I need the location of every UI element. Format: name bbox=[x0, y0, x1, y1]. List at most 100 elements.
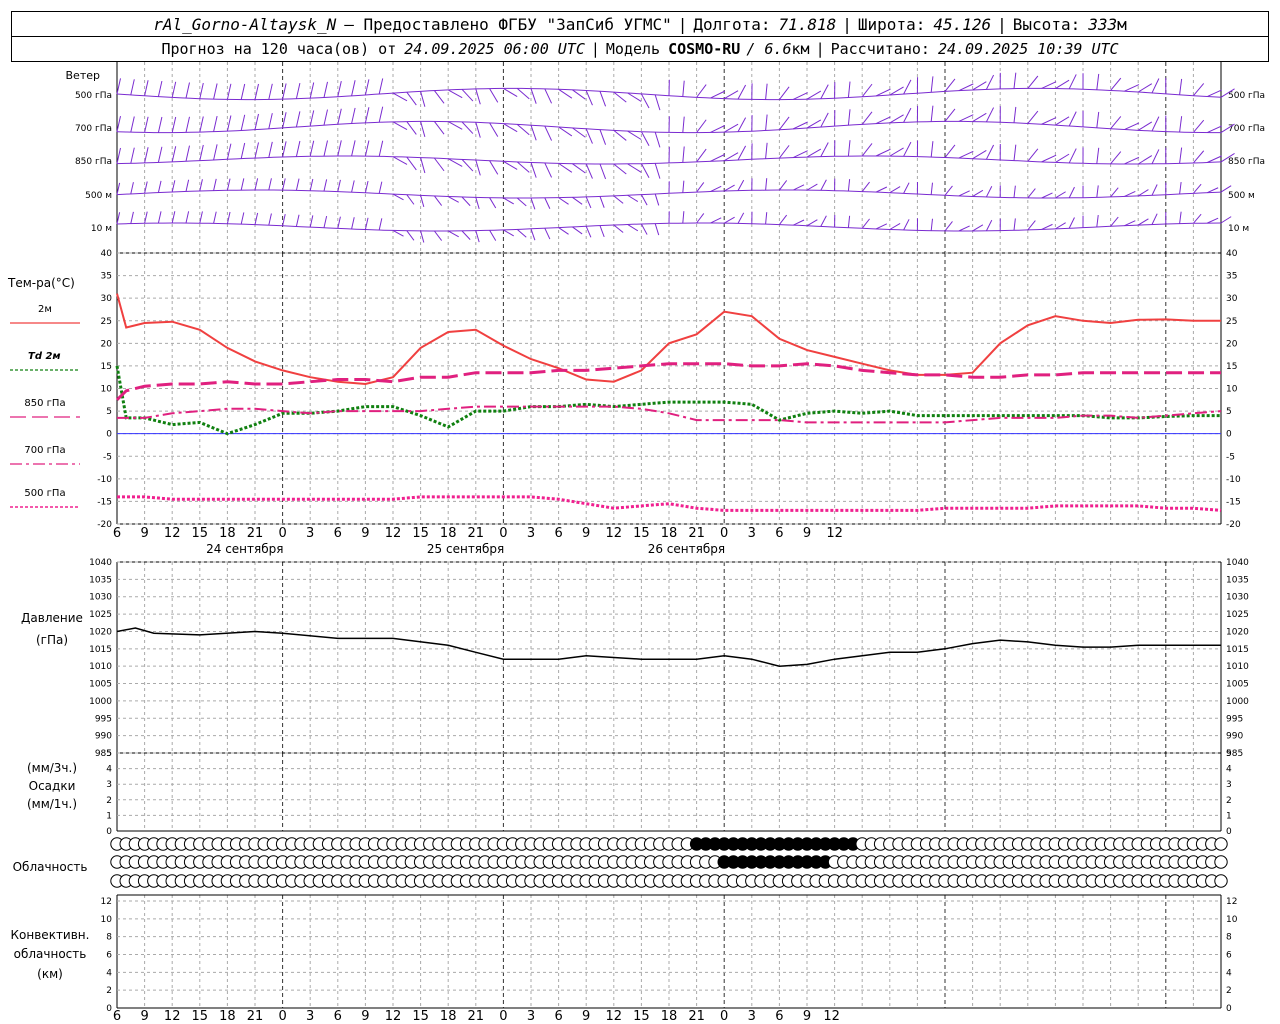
wind-barb bbox=[765, 114, 768, 131]
wind-barb bbox=[157, 116, 163, 133]
wind-barb bbox=[323, 215, 328, 228]
precip-ytick-right: 1 bbox=[1226, 811, 1232, 821]
wind-barb bbox=[889, 222, 901, 230]
wind-barb bbox=[157, 146, 163, 163]
wind-barb bbox=[1096, 214, 1099, 228]
wind-barb bbox=[323, 140, 328, 157]
wind-barb bbox=[613, 224, 624, 233]
wind-barb bbox=[434, 157, 445, 172]
wind-barb bbox=[613, 163, 627, 175]
temp-xtick: 12 bbox=[164, 526, 181, 541]
day-label: 25 сентября bbox=[427, 542, 504, 556]
wind-barb bbox=[558, 88, 573, 99]
pressure-ytick-right: 1020 bbox=[1226, 627, 1249, 637]
precip-ytick: 2 bbox=[106, 796, 112, 806]
wind-barb bbox=[1013, 106, 1017, 123]
wind-barb bbox=[199, 179, 203, 192]
temp-ytick: 30 bbox=[101, 294, 113, 304]
wind-barb bbox=[406, 194, 415, 205]
wind-barb bbox=[213, 178, 217, 191]
temp-xtick: 18 bbox=[661, 526, 678, 541]
wind-barb bbox=[847, 215, 851, 228]
temp-ytick-right: 40 bbox=[1226, 249, 1238, 259]
precip-unit-bottom: (мм/1ч.) bbox=[27, 797, 77, 811]
wind-barb bbox=[903, 107, 912, 123]
wind-barb bbox=[1068, 217, 1075, 229]
wind-barb bbox=[530, 228, 536, 241]
bottom-xtick: 18 bbox=[440, 1009, 457, 1024]
wind-barb bbox=[185, 116, 190, 133]
wind-barb bbox=[806, 90, 822, 100]
wind-barb bbox=[1096, 185, 1099, 198]
wind-barb bbox=[503, 197, 514, 205]
wind-barb bbox=[1137, 189, 1149, 197]
temp-xtick: 9 bbox=[140, 526, 148, 541]
wind-barb bbox=[682, 180, 685, 193]
bottom-xtick: 0 bbox=[720, 1009, 728, 1024]
wind-barb bbox=[903, 219, 910, 231]
wind-barb bbox=[171, 81, 177, 98]
wind-barb bbox=[723, 123, 739, 133]
wind-barb bbox=[392, 121, 408, 131]
wind-barb bbox=[461, 159, 474, 172]
wind-barb bbox=[599, 91, 607, 107]
wind-barb bbox=[268, 213, 272, 226]
wind-barb bbox=[337, 140, 342, 157]
cloud-cover-circle bbox=[1214, 874, 1228, 888]
wind-barb bbox=[572, 127, 586, 138]
temp-xtick: 9 bbox=[803, 526, 811, 541]
bottom-xtick: 21 bbox=[468, 1009, 485, 1024]
wind-barb bbox=[972, 112, 987, 122]
wind-barb bbox=[406, 91, 417, 106]
wind-barb bbox=[144, 116, 149, 133]
bottom-xtick: 15 bbox=[192, 1009, 209, 1024]
wind-barb bbox=[737, 117, 747, 132]
wind-barb bbox=[406, 230, 415, 241]
legend-entry-label: 700 гПа bbox=[24, 445, 65, 456]
precip-ytick: 4 bbox=[106, 765, 112, 775]
wind-barb bbox=[282, 141, 287, 158]
wind-barb bbox=[944, 185, 953, 196]
wind-barb bbox=[792, 150, 808, 158]
temp-ytick: 40 bbox=[101, 249, 113, 259]
temp-ytick: 15 bbox=[101, 362, 112, 372]
wind-barb bbox=[323, 179, 328, 192]
pressure-ytick-right: 1015 bbox=[1226, 645, 1249, 655]
wind-barb bbox=[351, 180, 355, 193]
wind-barb bbox=[820, 112, 829, 128]
wind-barb bbox=[654, 94, 661, 111]
wind-barb bbox=[1110, 77, 1122, 91]
wind-barb bbox=[558, 162, 573, 173]
wind-barb bbox=[779, 145, 790, 159]
wind-barb bbox=[958, 190, 970, 197]
wind-barb bbox=[599, 196, 605, 208]
cloud-axis-label: Облачность bbox=[13, 860, 88, 874]
bottom-xtick: 12 bbox=[606, 1009, 623, 1024]
pressure-ytick-right: 1035 bbox=[1226, 575, 1249, 585]
wind-barb bbox=[392, 92, 408, 102]
wind-barb bbox=[944, 221, 953, 232]
wind-barb bbox=[544, 162, 553, 178]
wind-barb bbox=[461, 88, 474, 102]
pressure-ytick: 1025 bbox=[89, 610, 112, 620]
wind-level-label-right: 500 м bbox=[1228, 191, 1255, 201]
wind-barb bbox=[1110, 116, 1122, 130]
wind-barb bbox=[240, 83, 246, 100]
wind-barb bbox=[1179, 211, 1182, 224]
wind-barb bbox=[516, 123, 530, 136]
wind-barb bbox=[420, 157, 426, 174]
wind-barb bbox=[1179, 147, 1183, 164]
wind-barb bbox=[213, 115, 218, 132]
wind-barb bbox=[1179, 182, 1182, 195]
temp-xtick: 0 bbox=[499, 526, 507, 541]
wind-barb bbox=[723, 90, 739, 100]
wind-barb bbox=[944, 78, 956, 92]
temp-xtick: 21 bbox=[468, 526, 485, 541]
wind-barb bbox=[530, 162, 537, 178]
wind-barb bbox=[130, 79, 135, 96]
temp-xtick: 9 bbox=[582, 526, 590, 541]
temp-ytick: 0 bbox=[106, 430, 112, 440]
wind-barb bbox=[503, 229, 514, 237]
wind-barb bbox=[503, 123, 518, 133]
wind-barb bbox=[240, 142, 246, 159]
